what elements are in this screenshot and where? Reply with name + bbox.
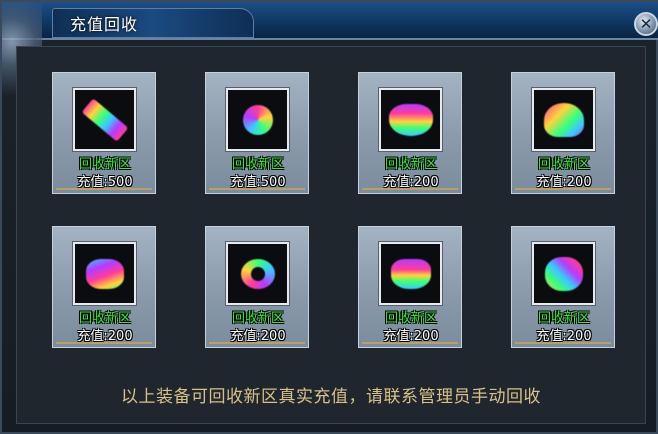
item-slot[interactable] [532, 88, 595, 151]
close-icon: ✕ [639, 14, 653, 33]
recycle-label: 回收新区 [231, 311, 284, 326]
rainbow-sword-icon [81, 97, 128, 142]
rainbow-bracelet-icon [390, 258, 431, 289]
item-card[interactable]: 回收新区 充值:500 [52, 72, 156, 194]
recycle-label: 回收新区 [384, 311, 437, 326]
window-title: 充值回收 [70, 15, 139, 34]
item-slot[interactable] [379, 242, 442, 305]
recycle-label: 回收新区 [384, 157, 437, 172]
recycle-window: 充值回收 ✕ 回收新区 充值:500 回收新区 充值:500 回收新区 充值:2… [0, 0, 658, 434]
price-label: 充值:200 [77, 329, 133, 344]
price-label: 充值:500 [230, 175, 286, 190]
item-card[interactable]: 回收新区 充值:200 [511, 226, 615, 348]
recycle-label: 回收新区 [78, 311, 131, 326]
recycle-label: 回收新区 [537, 157, 590, 172]
price-label: 充值:200 [383, 175, 439, 190]
close-button[interactable]: ✕ [634, 12, 658, 36]
rainbow-medal-icon [242, 104, 273, 135]
price-label: 充值:200 [383, 329, 439, 344]
item-slot[interactable] [73, 242, 136, 305]
item-slot[interactable] [379, 88, 442, 151]
item-card[interactable]: 回收新区 充值:200 [52, 226, 156, 348]
price-label: 充值:200 [536, 329, 592, 344]
rainbow-wings-icon [388, 103, 433, 136]
recycle-label: 回收新区 [78, 157, 131, 172]
rainbow-armor-icon [85, 258, 124, 289]
price-label: 充值:200 [230, 329, 286, 344]
item-card[interactable]: 回收新区 充值:200 [205, 226, 309, 348]
price-label: 充值:200 [536, 175, 592, 190]
footer-notice: 以上装备可回收新区真实充值，请联系管理员手动回收 [121, 387, 541, 407]
price-label: 充值:500 [77, 175, 133, 190]
item-card[interactable]: 回收新区 充值:500 [205, 72, 309, 194]
title-bar[interactable]: 充值回收 ✕ [2, 2, 658, 112]
item-card[interactable]: 回收新区 充值:200 [358, 226, 462, 348]
rainbow-ring-icon [544, 256, 583, 291]
rainbow-necklace-icon [240, 258, 275, 289]
item-slot[interactable] [226, 88, 289, 151]
item-slot[interactable] [532, 242, 595, 305]
item-slot[interactable] [226, 242, 289, 305]
item-card[interactable]: 回收新区 充值:200 [358, 72, 462, 194]
item-slot[interactable] [73, 88, 136, 151]
recycle-label: 回收新区 [231, 157, 284, 172]
recycle-label: 回收新区 [537, 311, 590, 326]
rainbow-helmet-icon [543, 102, 584, 137]
item-card[interactable]: 回收新区 充值:200 [511, 72, 615, 194]
